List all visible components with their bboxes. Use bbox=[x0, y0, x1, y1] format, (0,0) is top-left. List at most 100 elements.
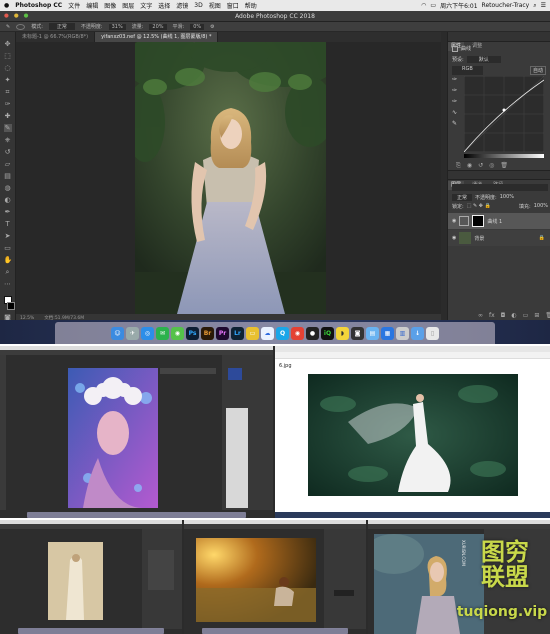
curves-graph[interactable] bbox=[464, 76, 544, 152]
preset-select[interactable]: 默认 bbox=[466, 56, 501, 63]
eraser-tool-icon[interactable]: ▱ bbox=[4, 160, 12, 168]
search-icon[interactable]: ⌕ bbox=[533, 2, 536, 10]
trash-icon[interactable]: 🗑 bbox=[545, 312, 550, 319]
app-menu[interactable]: Photoshop CC bbox=[15, 2, 62, 9]
clock[interactable]: 周六下午6:01 bbox=[440, 1, 477, 10]
user-name[interactable]: Retoucher-Tracy bbox=[482, 2, 530, 9]
fx-icon[interactable]: fx bbox=[489, 312, 495, 319]
menu-file[interactable]: 文件 bbox=[68, 1, 80, 10]
background-color-swatch[interactable] bbox=[6, 302, 15, 310]
type-tool-icon[interactable]: T bbox=[4, 220, 12, 228]
menu-edit[interactable]: 编辑 bbox=[86, 1, 98, 10]
menu-layer[interactable]: 图层 bbox=[122, 1, 134, 10]
menu-3d[interactable]: 3D bbox=[194, 2, 202, 9]
brush-icon[interactable]: ✎ bbox=[6, 24, 10, 30]
wifi-icon[interactable]: ◠ bbox=[421, 2, 426, 9]
healing-tool-icon[interactable]: ✚ bbox=[4, 112, 12, 120]
charts-icon[interactable]: ▥ bbox=[396, 326, 409, 340]
auto-button[interactable]: 自动 bbox=[529, 66, 546, 75]
menu-view[interactable]: 视图 bbox=[209, 1, 221, 10]
eye-icon[interactable]: ◉ bbox=[452, 218, 456, 224]
move-tool-icon[interactable]: ✥ bbox=[4, 40, 12, 48]
link-icon[interactable]: ∞ bbox=[478, 312, 483, 319]
view-previous-icon[interactable]: ◉ bbox=[467, 162, 472, 170]
recorder-icon[interactable]: ● bbox=[306, 326, 319, 340]
battery-icon[interactable]: ▭ bbox=[430, 2, 436, 9]
minimize-dot-icon[interactable]: ● bbox=[14, 13, 19, 19]
menu-filter[interactable]: 滤镜 bbox=[176, 1, 188, 10]
iqiyi-icon[interactable]: iQ bbox=[321, 326, 334, 340]
tab-untitled[interactable]: 未标题-1 @ 66.7%(RGB/8*) bbox=[16, 32, 96, 42]
layer-opacity-field[interactable]: 100% bbox=[500, 194, 514, 201]
fill-field[interactable]: 100% bbox=[534, 203, 548, 210]
hand-tool-icon[interactable]: ✋ bbox=[4, 256, 13, 264]
layer-row-background[interactable]: ◉ 背景 🔒 bbox=[448, 230, 550, 246]
files-icon[interactable]: ▭ bbox=[246, 326, 259, 340]
crop-tool-icon[interactable]: ⌗ bbox=[4, 88, 12, 96]
zoom-tool-icon[interactable]: ⌕ bbox=[4, 268, 12, 276]
layer-name[interactable]: 曲线 1 bbox=[487, 218, 502, 225]
close-dot-icon[interactable]: ● bbox=[4, 13, 9, 19]
blend-select[interactable]: 正常 bbox=[452, 194, 473, 201]
menu-image[interactable]: 图像 bbox=[104, 1, 116, 10]
clip-icon[interactable]: ⎘ bbox=[456, 162, 461, 170]
premiere-icon[interactable]: Pr bbox=[216, 326, 229, 340]
layer-name[interactable]: 背景 bbox=[474, 235, 484, 242]
bridge-icon[interactable]: Br bbox=[201, 326, 214, 340]
tab-adjustments[interactable]: 调整 bbox=[469, 42, 485, 51]
menu-select[interactable]: 选择 bbox=[158, 1, 170, 10]
curve-edit-icon[interactable]: ∿ bbox=[452, 109, 462, 116]
eyedropper-gray-icon[interactable]: ✑ bbox=[452, 87, 462, 94]
eyedropper-black-icon[interactable]: ✑ bbox=[452, 76, 462, 83]
safari-icon[interactable]: ◎ bbox=[141, 326, 154, 340]
quick-select-tool-icon[interactable]: ✦ bbox=[4, 76, 12, 84]
banana-icon[interactable]: ◗ bbox=[336, 326, 349, 340]
shape-tool-icon[interactable]: ▭ bbox=[4, 244, 12, 252]
gear-icon[interactable]: ⚙ bbox=[210, 24, 214, 30]
wechat-icon[interactable]: ✉ bbox=[156, 326, 169, 340]
menu-type[interactable]: 文字 bbox=[140, 1, 152, 10]
tab-yifan[interactable]: yifanxz03.nef @ 12.5% (曲线 1, 图层蒙版/8) * bbox=[95, 32, 219, 42]
folder-icon[interactable]: ▭ bbox=[523, 312, 529, 319]
reset-icon[interactable]: ↺ bbox=[478, 162, 483, 170]
chat-icon[interactable]: ◉ bbox=[171, 326, 184, 340]
visibility-icon[interactable]: ◎ bbox=[489, 162, 494, 170]
downloads-icon[interactable]: ↓ bbox=[411, 326, 424, 340]
launchpad-icon[interactable]: ✈ bbox=[126, 326, 139, 340]
thumbnail-ps-flower[interactable] bbox=[0, 346, 273, 518]
history-brush-icon[interactable]: ↺ bbox=[4, 148, 12, 156]
layer-filter[interactable] bbox=[452, 184, 548, 191]
layer-mask-thumb[interactable] bbox=[472, 215, 485, 227]
lock-icons[interactable]: ⬚ ✎ ✥ 🔒 bbox=[467, 203, 491, 210]
blur-tool-icon[interactable]: ◍ bbox=[4, 184, 12, 192]
opacity-field[interactable]: 31% bbox=[108, 23, 126, 30]
pen-tool-icon[interactable]: ✒ bbox=[4, 208, 12, 216]
lasso-tool-icon[interactable]: ◌ bbox=[4, 64, 12, 72]
trash-dock-icon[interactable]: ▯ bbox=[426, 326, 439, 340]
eye-icon[interactable]: ◉ bbox=[452, 235, 456, 241]
chrome-icon[interactable]: ◉ bbox=[291, 326, 304, 340]
preview-icon[interactable]: ▤ bbox=[366, 326, 379, 340]
brush-size[interactable] bbox=[16, 23, 26, 30]
photoshop-icon[interactable]: Ps bbox=[186, 326, 199, 340]
keynote-icon[interactable]: ▦ bbox=[381, 326, 394, 340]
path-select-icon[interactable]: ➤ bbox=[4, 232, 12, 240]
adjust-icon[interactable]: ◐ bbox=[511, 312, 516, 319]
baidu-icon[interactable]: ☁ bbox=[261, 326, 274, 340]
more-tools-icon[interactable]: ⋯ bbox=[4, 280, 12, 288]
apple-icon[interactable]: ● bbox=[4, 2, 9, 9]
dodge-tool-icon[interactable]: ◐ bbox=[4, 196, 12, 204]
layer-row-curves[interactable]: ◉ 曲线 1 bbox=[448, 213, 550, 229]
canvas-photo[interactable] bbox=[135, 42, 326, 314]
mask-icon[interactable]: ◘ bbox=[501, 312, 506, 319]
new-layer-icon[interactable]: ⊞ bbox=[534, 312, 539, 319]
lightroom-icon[interactable]: Lr bbox=[231, 326, 244, 340]
thumbnail-image-viewer[interactable]: 6.jpg bbox=[275, 346, 550, 518]
menu-list-icon[interactable]: ☰ bbox=[541, 2, 546, 9]
flow-field[interactable]: 20% bbox=[149, 23, 167, 30]
delete-icon[interactable]: 🗑 bbox=[500, 162, 508, 170]
marquee-tool-icon[interactable]: ⬚ bbox=[4, 52, 12, 60]
menu-help[interactable]: 帮助 bbox=[245, 1, 257, 10]
pencil-icon[interactable]: ✎ bbox=[452, 120, 462, 127]
channel-select[interactable]: RGB bbox=[452, 66, 483, 75]
